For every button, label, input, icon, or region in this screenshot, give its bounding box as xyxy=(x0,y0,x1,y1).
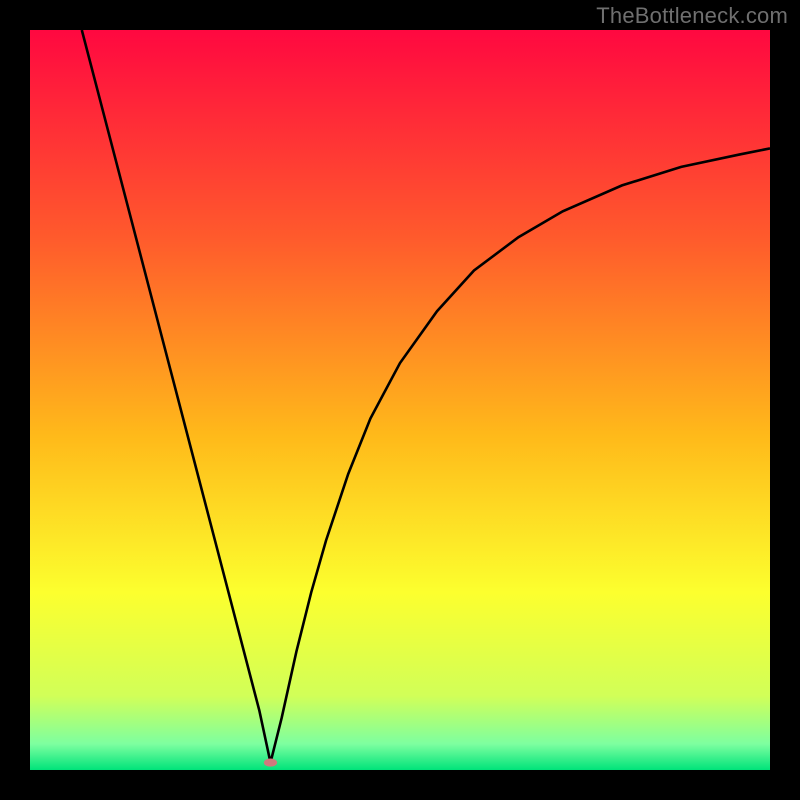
minimum-marker xyxy=(264,759,277,767)
plot-svg xyxy=(30,30,770,770)
chart-container: TheBottleneck.com xyxy=(0,0,800,800)
plot-background xyxy=(30,30,770,770)
watermark-label: TheBottleneck.com xyxy=(596,3,788,29)
